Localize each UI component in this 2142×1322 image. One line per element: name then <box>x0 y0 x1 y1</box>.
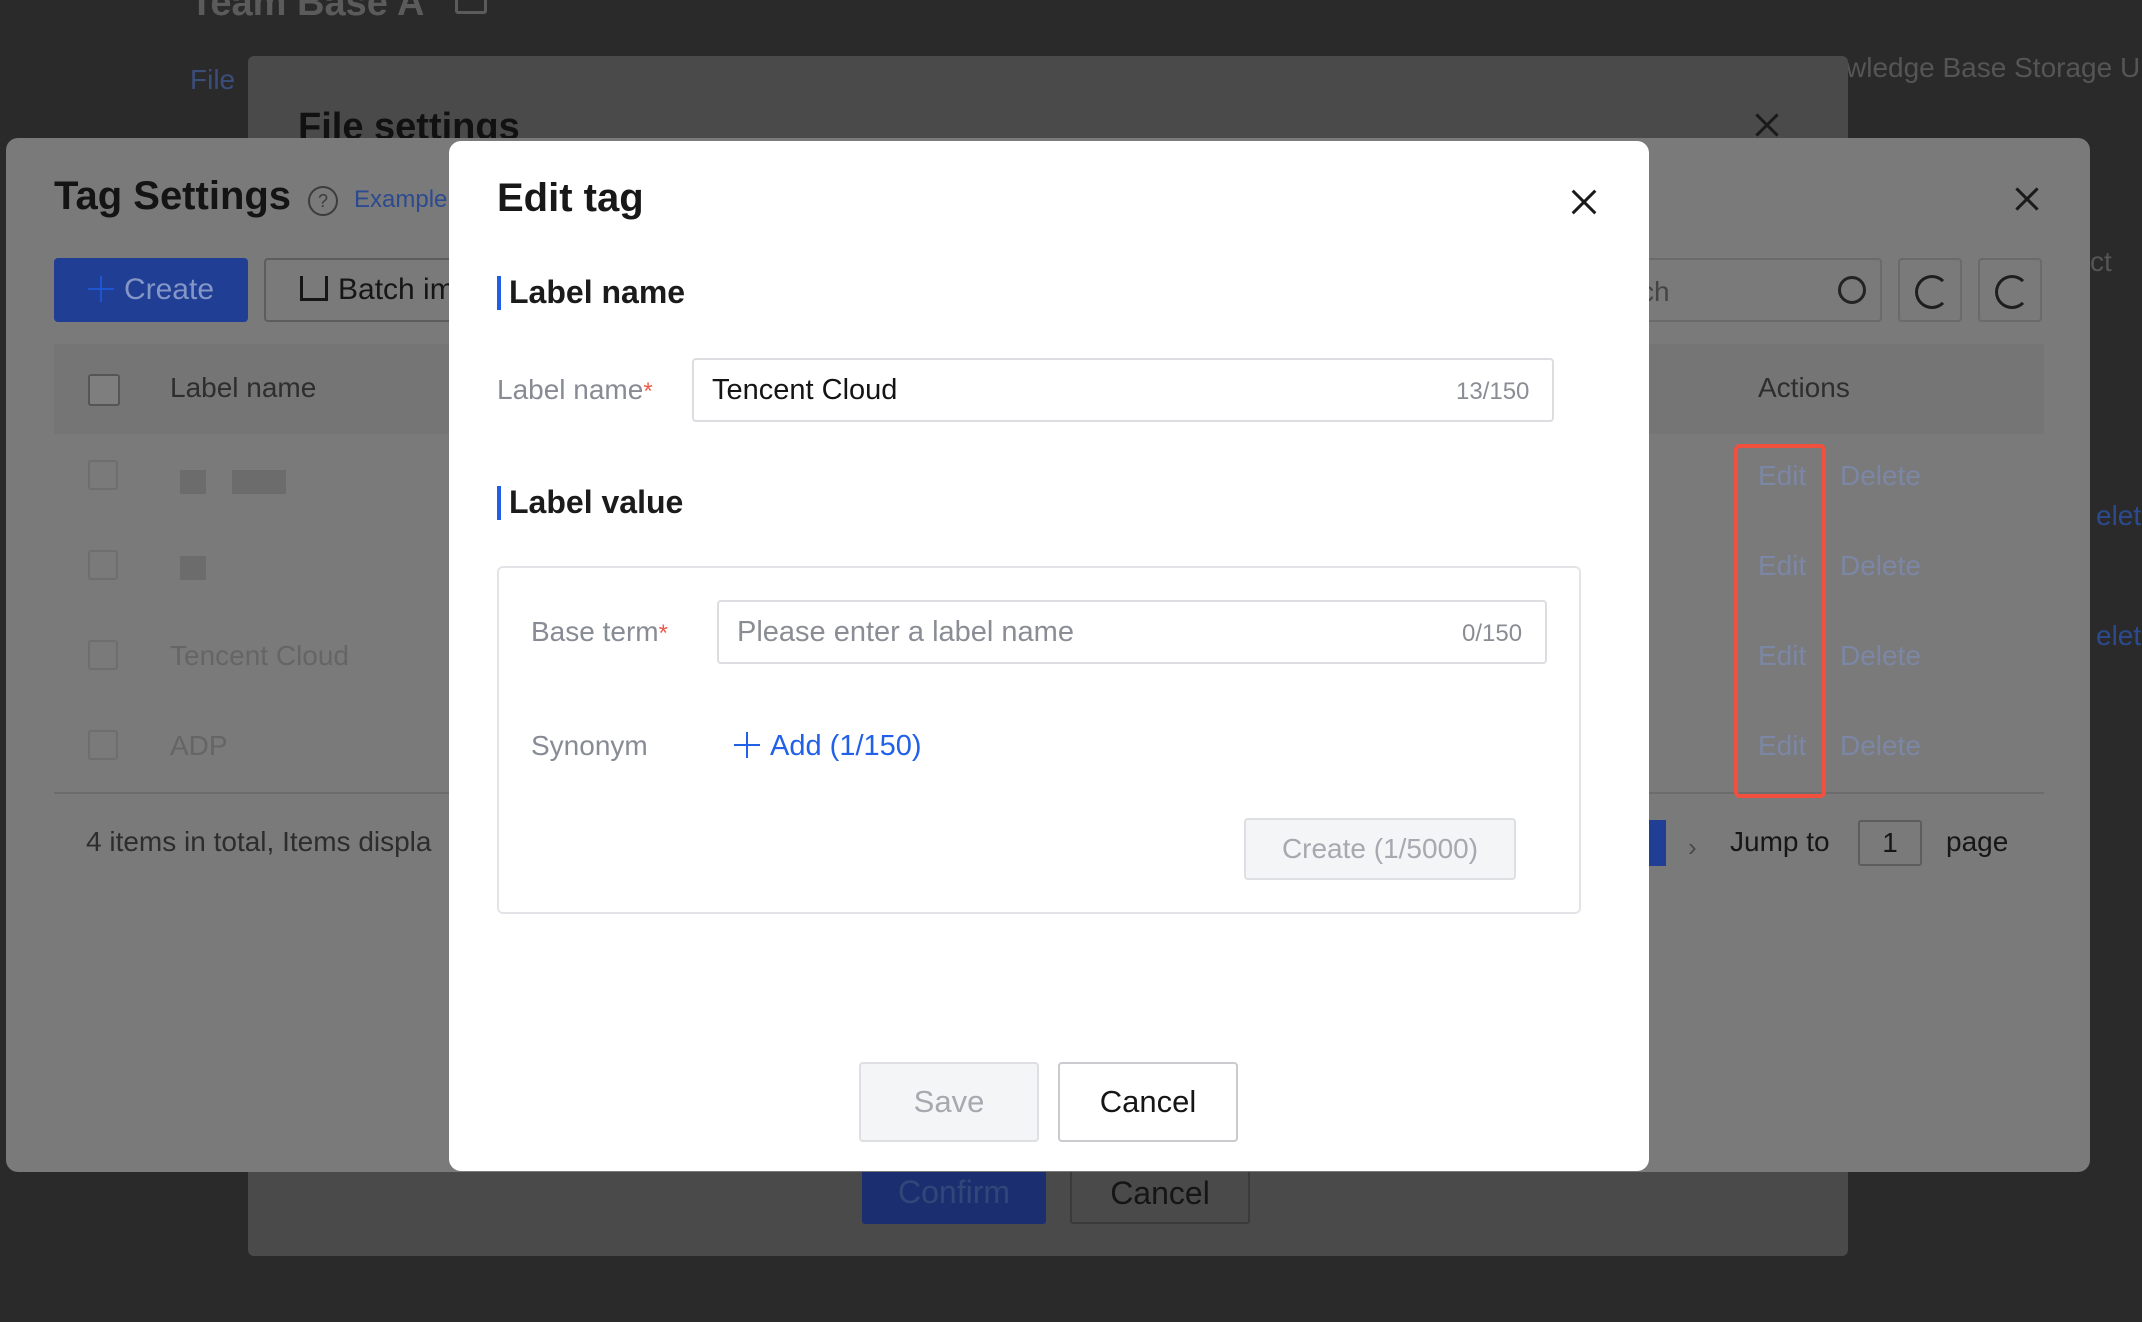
column-actions: Actions <box>1758 372 1850 403</box>
jump-to-label: Jump to <box>1730 826 1830 857</box>
settings-refresh-button[interactable] <box>1978 258 2042 322</box>
row-checkbox[interactable] <box>88 460 118 490</box>
create-tag-label: Create <box>123 273 215 306</box>
save-button[interactable]: Save <box>859 1062 1039 1142</box>
label-name-value: Tencent Cloud <box>712 374 898 406</box>
select-all-checkbox[interactable] <box>88 374 120 406</box>
delete-link[interactable]: Delete <box>1840 640 1921 672</box>
create-tag-button[interactable]: Create <box>54 258 248 322</box>
row-checkbox[interactable] <box>88 550 118 580</box>
close-icon[interactable] <box>1568 186 1600 218</box>
refresh-button[interactable] <box>1898 258 1962 322</box>
select-text: ct <box>2090 246 2112 277</box>
blurred-label <box>180 470 206 494</box>
section-title-label-value: Label value <box>509 484 684 520</box>
close-icon[interactable] <box>1752 110 1782 140</box>
cancel-button[interactable]: Cancel <box>1058 1062 1238 1142</box>
blurred-label <box>232 470 286 494</box>
edit-column-highlight <box>1734 444 1826 798</box>
delete-link[interactable]: elete <box>2096 500 2142 532</box>
column-label-name: Label name <box>170 372 317 403</box>
row-checkbox[interactable] <box>88 640 118 670</box>
chevron-right-icon[interactable]: › <box>1688 832 1697 863</box>
delete-link[interactable]: Delete <box>1840 460 1921 492</box>
page-label: page <box>1946 826 2009 857</box>
refresh-icon <box>1915 275 1949 309</box>
tab-file[interactable]: File <box>190 64 235 96</box>
refresh-icon <box>1995 275 2029 309</box>
import-icon <box>300 276 328 301</box>
synonym-label: Synonym <box>531 730 648 761</box>
close-icon[interactable] <box>2012 184 2042 214</box>
add-synonym-label: Add (1/150) <box>770 730 922 762</box>
help-icon[interactable]: ? <box>308 186 338 216</box>
row-label: Tencent Cloud <box>170 640 350 671</box>
section-title-label-name: Label name <box>509 274 686 310</box>
section-accent-bar <box>497 276 501 310</box>
add-synonym-button[interactable]: Add (1/150) <box>734 730 922 763</box>
delete-link[interactable]: Delete <box>1840 730 1921 762</box>
base-term-char-count: 0/150 <box>1462 620 1523 647</box>
jump-page-input[interactable]: 1 <box>1858 820 1922 866</box>
pagination-total: 4 items in total, Items displa <box>86 826 432 857</box>
page-title: Team Base A <box>190 0 425 24</box>
plus-icon <box>734 732 760 758</box>
label-name-char-count: 13/150 <box>1456 378 1530 405</box>
row-checkbox[interactable] <box>88 730 118 760</box>
delete-link[interactable]: elete <box>2096 620 2142 652</box>
plus-icon <box>87 276 114 302</box>
row-label: ADP <box>170 730 228 761</box>
edit-tag-title: Edit tag <box>497 176 644 220</box>
blurred-label <box>180 556 206 580</box>
create-value-button[interactable]: Create (1/5000) <box>1244 818 1516 880</box>
label-name-field-label: Label name* <box>497 374 653 405</box>
base-term-field-label: Base term* <box>531 616 668 647</box>
delete-link[interactable]: Delete <box>1840 550 1921 582</box>
edit-title-icon <box>455 0 487 14</box>
section-accent-bar <box>497 486 501 520</box>
search-icon[interactable] <box>1838 276 1866 304</box>
base-term-placeholder: Please enter a label name <box>737 616 1074 648</box>
example-link[interactable]: Example <box>354 186 447 214</box>
tag-settings-title: Tag Settings <box>54 174 292 218</box>
storage-usage-text: wledge Base Storage U <box>1846 52 2141 83</box>
